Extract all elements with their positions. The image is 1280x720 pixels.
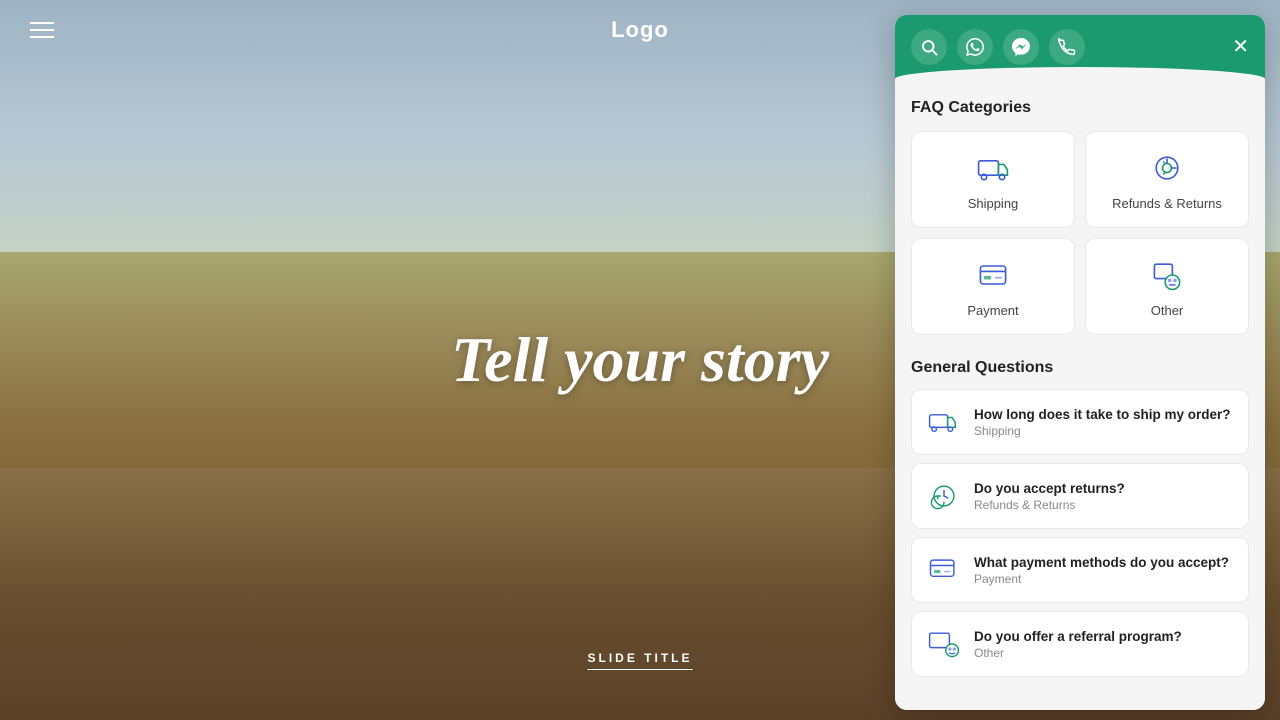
category-payment[interactable]: Payment: [911, 238, 1075, 335]
faq-categories-title: FAQ Categories: [911, 99, 1249, 117]
question-category-3: Payment: [974, 572, 1229, 586]
close-button[interactable]: ✕: [1232, 37, 1249, 57]
question-item-shipping[interactable]: How long does it take to ship my order? …: [911, 389, 1249, 455]
site-logo: Logo: [611, 17, 669, 43]
category-other[interactable]: Other: [1085, 238, 1249, 335]
category-refunds[interactable]: Refunds & Returns: [1085, 131, 1249, 228]
refunds-label: Refunds & Returns: [1112, 196, 1222, 211]
question-text-group-3: What payment methods do you accept? Paym…: [974, 555, 1229, 586]
question-text-2: Do you accept returns?: [974, 481, 1125, 496]
whatsapp-icon-button[interactable]: [957, 29, 993, 65]
payment-label: Payment: [967, 303, 1018, 318]
general-questions-title: General Questions: [911, 359, 1249, 377]
question-referral-icon: [926, 626, 962, 662]
messenger-icon: [1012, 38, 1030, 56]
other-label: Other: [1151, 303, 1184, 318]
question-item-payment[interactable]: What payment methods do you accept? Paym…: [911, 537, 1249, 603]
payment-icon: [973, 255, 1013, 295]
hamburger-line-2: [30, 29, 54, 31]
messenger-icon-button[interactable]: [1003, 29, 1039, 65]
refunds-icon: [1147, 148, 1187, 188]
question-payment-icon: [926, 552, 962, 588]
phone-icon-button[interactable]: [1049, 29, 1085, 65]
panel-content: FAQ Categories Shipping: [895, 79, 1265, 710]
hamburger-button[interactable]: [30, 22, 54, 38]
question-item-referral[interactable]: Do you offer a referral program? Other: [911, 611, 1249, 677]
question-text-group-4: Do you offer a referral program? Other: [974, 629, 1182, 660]
shipping-icon: [973, 148, 1013, 188]
slide-title: SLIDE TITLE: [588, 651, 693, 670]
question-category-4: Other: [974, 646, 1182, 660]
other-icon: [1147, 255, 1187, 295]
category-shipping[interactable]: Shipping: [911, 131, 1075, 228]
search-icon: [920, 38, 938, 56]
question-text-4: Do you offer a referral program?: [974, 629, 1182, 644]
shipping-label: Shipping: [968, 196, 1019, 211]
question-category-1: Shipping: [974, 424, 1231, 438]
question-text-group-2: Do you accept returns? Refunds & Returns: [974, 481, 1125, 512]
question-text-3: What payment methods do you accept?: [974, 555, 1229, 570]
question-text-group-1: How long does it take to ship my order? …: [974, 407, 1231, 438]
search-icon-button[interactable]: [911, 29, 947, 65]
hamburger-line-3: [30, 36, 54, 38]
question-shipping-icon: [926, 404, 962, 440]
faq-panel: ✕ FAQ Categories Shipping: [895, 15, 1265, 710]
slide-title-area: SLIDE TITLE: [588, 651, 693, 670]
question-text-1: How long does it take to ship my order?: [974, 407, 1231, 422]
phone-icon: [1058, 38, 1076, 56]
whatsapp-icon: [966, 38, 984, 56]
panel-header: ✕: [895, 15, 1265, 79]
question-returns-icon: [926, 478, 962, 514]
faq-categories-grid: Shipping Refunds & Returns: [911, 131, 1249, 335]
hamburger-line-1: [30, 22, 54, 24]
question-item-returns[interactable]: Do you accept returns? Refunds & Returns: [911, 463, 1249, 529]
question-category-2: Refunds & Returns: [974, 498, 1125, 512]
panel-icons: [911, 29, 1085, 65]
